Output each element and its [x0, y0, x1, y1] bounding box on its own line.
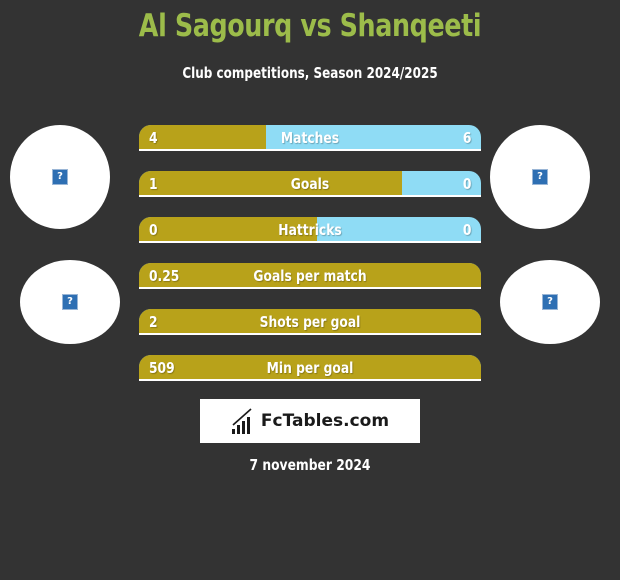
player-right-photo: ? [500, 260, 600, 344]
right-value: 6 [462, 129, 471, 147]
stat-label: Min per goal [266, 359, 354, 377]
broken-image-icon: ? [52, 169, 68, 185]
stat-row-matches: 4 Matches 6 [139, 125, 481, 151]
stat-label: Goals [290, 175, 330, 193]
page-title: Al Sagourq vs Shanqeeti [138, 8, 482, 44]
left-value: 4 [149, 129, 158, 147]
competition-subtitle: Club competitions, Season 2024/2025 [182, 64, 438, 82]
stat-label: Goals per match [253, 267, 367, 285]
stat-label: Shots per goal [259, 313, 361, 331]
right-value: 0 [462, 175, 471, 193]
fctables-logo[interactable]: FcTables.com [200, 399, 420, 443]
player-left-photo: ? [20, 260, 120, 344]
broken-image-icon: ? [532, 169, 548, 185]
logo-text: FcTables.com [260, 411, 390, 431]
broken-image-icon: ? [542, 294, 558, 310]
left-value: 1 [149, 175, 158, 193]
team-right-logo: ? [490, 125, 590, 229]
match-date: 7 november 2024 [249, 456, 371, 474]
left-value: 0 [149, 221, 158, 239]
stat-label: Matches [280, 129, 340, 147]
broken-image-icon: ? [62, 294, 78, 310]
team-left-logo: ? [10, 125, 110, 229]
stat-label: Hattricks [278, 221, 342, 239]
left-value: 2 [149, 313, 158, 331]
stat-row-shots-per-goal: 2 Shots per goal [139, 309, 481, 335]
stat-row-goals-per-match: 0.25 Goals per match [139, 263, 481, 289]
stat-row-goals: 1 Goals 0 [139, 171, 481, 197]
bar-chart-icon [231, 408, 252, 434]
right-value: 0 [462, 221, 471, 239]
stat-row-min-per-goal: 509 Min per goal [139, 355, 481, 381]
stat-row-hattricks: 0 Hattricks 0 [139, 217, 481, 243]
